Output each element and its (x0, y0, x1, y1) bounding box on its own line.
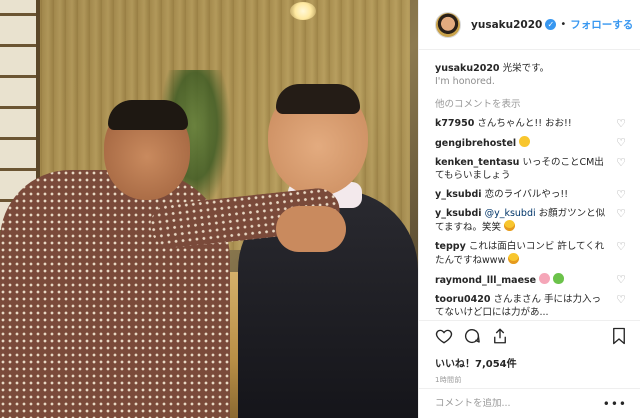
follow-button[interactable]: フォローする (570, 17, 633, 32)
post-header: yusaku2020 ✓ • フォローする (419, 0, 640, 50)
post-photo[interactable] (0, 0, 418, 418)
comment-username[interactable]: y_ksubdi (435, 208, 482, 219)
verified-badge-icon: ✓ (545, 19, 557, 30)
comment-like-heart-icon[interactable]: ♡ (615, 294, 627, 306)
post-timestamp: 1時間前 (435, 376, 462, 384)
left-person-hand (276, 206, 346, 252)
left-person-hair (108, 100, 188, 130)
alien-emoji-icon (553, 273, 565, 284)
comment-item: kenken_tentasu いっそのことCM出てもらいましょう ♡ (435, 156, 627, 182)
comment-username[interactable]: teppy (435, 241, 466, 252)
comment-text: 恋のライバルやっ!! (484, 189, 569, 200)
laughing-face-emoji-icon (504, 220, 516, 231)
comment-item: raymond_lll_maese ♡ (435, 273, 627, 287)
comment-like-heart-icon[interactable]: ♡ (615, 157, 627, 169)
laughing-face-emoji-icon (508, 253, 520, 264)
comments-section: yusaku2020 光栄です。 I'm honored. 他のコメントを表示 … (419, 58, 640, 316)
comment-item: tooru0420 さんまさん 手には力入ってないけど口には力があ... ♡ (435, 293, 627, 317)
header-username[interactable]: yusaku2020 (471, 19, 542, 31)
comment-item: y_ksubdi 恋のライバルやっ!! ♡ (435, 188, 627, 201)
post-caption: yusaku2020 光栄です。 I'm honored. (435, 62, 627, 88)
more-options-icon[interactable]: ••• (603, 397, 627, 411)
comment-username[interactable]: kenken_tentasu (435, 157, 519, 168)
separator-dot: • (560, 19, 567, 30)
caption-subtext: I'm honored. (435, 76, 495, 87)
comment-username[interactable]: gengibrehostel (435, 138, 516, 149)
avatar[interactable] (435, 11, 461, 38)
caption-text: 光栄です。 (502, 63, 550, 74)
heart-icon[interactable] (435, 327, 453, 345)
comment-username[interactable]: k77950 (435, 118, 474, 129)
load-more-comments[interactable]: 他のコメントを表示 (435, 96, 627, 110)
comment-input[interactable] (435, 398, 603, 409)
comment-like-heart-icon[interactable]: ♡ (615, 208, 627, 220)
share-icon[interactable] (491, 327, 509, 345)
add-comment-bar: ••• (419, 388, 640, 418)
comment-like-heart-icon[interactable]: ♡ (615, 137, 627, 149)
right-person-hair (276, 84, 360, 114)
comment-icon[interactable] (463, 327, 481, 345)
comment-item: k77950 さんちゃんと!! おお!! ♡ (435, 117, 627, 130)
bookmark-icon[interactable] (611, 327, 627, 345)
ceiling-lamp (290, 2, 316, 20)
comment-username[interactable]: y_ksubdi (435, 189, 482, 200)
comment-like-heart-icon[interactable]: ♡ (615, 118, 627, 130)
post-side-panel: yusaku2020 ✓ • フォローする yusaku2020 光栄です。 I… (418, 0, 640, 418)
comment-username[interactable]: raymond_lll_maese (435, 275, 536, 286)
comment-like-heart-icon[interactable]: ♡ (615, 241, 627, 253)
comment-username[interactable]: tooru0420 (435, 294, 490, 305)
action-icons (435, 327, 627, 351)
comment-text: さんちゃんと!! おお!! (477, 118, 572, 129)
comment-like-heart-icon[interactable]: ♡ (615, 274, 627, 286)
smiling-face-emoji-icon (519, 136, 531, 147)
likes-count[interactable]: いいね！7,054件 (435, 355, 627, 370)
pig-face-emoji-icon (539, 273, 551, 284)
comment-item: gengibrehostel ♡ (435, 136, 627, 150)
comment-item: teppy これは面白いコンビ 許してくれたんですねwww ♡ (435, 240, 627, 267)
caption-username[interactable]: yusaku2020 (435, 63, 500, 74)
comment-like-heart-icon[interactable]: ♡ (615, 189, 627, 201)
comment-mention[interactable]: @y_ksubdi (485, 208, 536, 219)
comment-item: y_ksubdi @y_ksubdi お顔ガツンと似てますね。笑笑 ♡ (435, 207, 627, 234)
